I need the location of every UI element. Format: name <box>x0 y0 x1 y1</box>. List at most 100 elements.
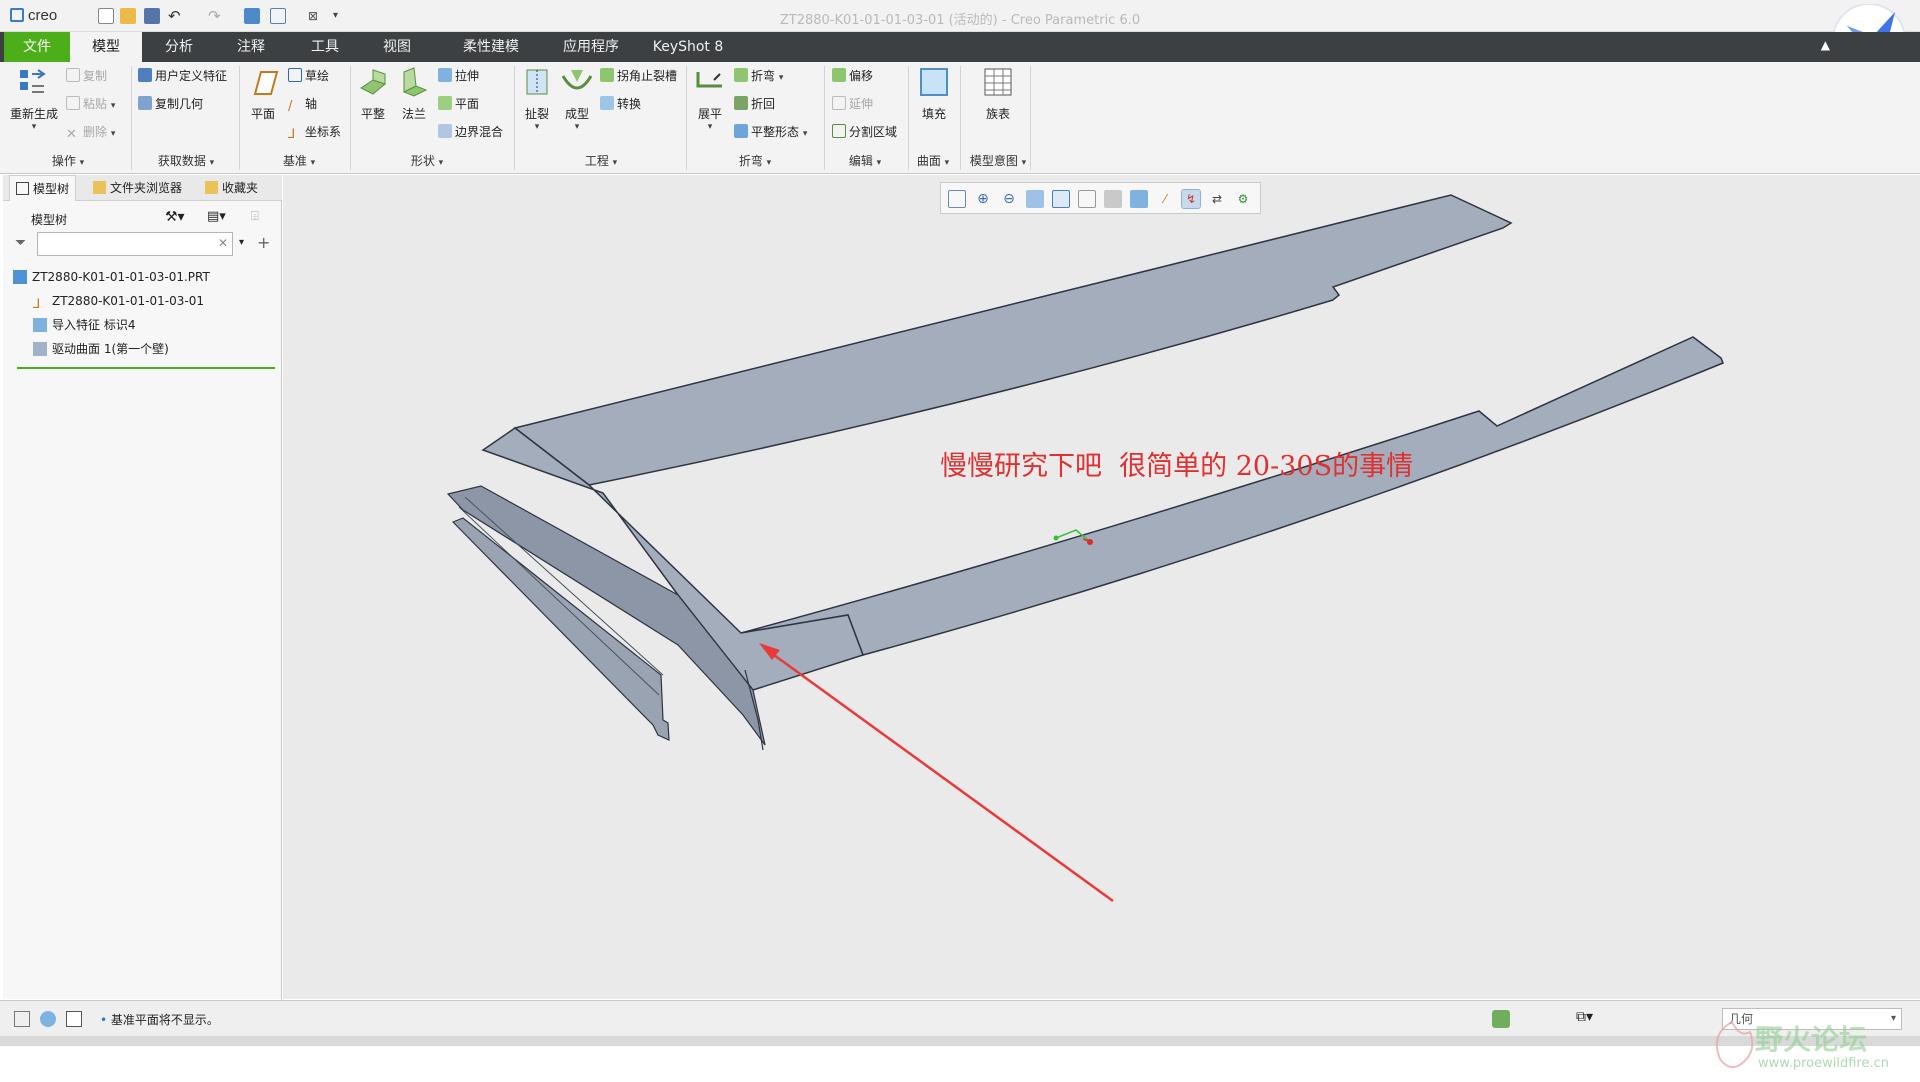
forum-logo-icon <box>1716 1020 1754 1069</box>
group-operations-label[interactable]: 操作 ▾ <box>40 152 96 169</box>
tree-columns-icon[interactable]: ⌹ <box>251 209 259 224</box>
add-filter-icon[interactable]: + <box>257 233 270 252</box>
insert-here-indicator[interactable] <box>17 367 275 369</box>
user-defined-feature-button[interactable]: 用户定义特征 <box>138 66 227 86</box>
family-table-icon <box>984 68 1012 96</box>
bend-label: 折弯 <box>751 69 776 83</box>
collapse-ribbon-icon[interactable]: ▲ <box>1821 38 1830 52</box>
smart-select-icon[interactable]: ⧉▾ <box>1576 1009 1593 1025</box>
form-caret-icon[interactable]: ▾ <box>558 122 596 132</box>
offset-button[interactable]: 偏移 <box>832 66 873 86</box>
tree-title: 模型树 <box>31 213 68 227</box>
bend-icon <box>734 68 748 82</box>
rip-button[interactable]: 扯裂 ▾ <box>518 66 556 132</box>
regen-status-icon[interactable] <box>1492 1010 1510 1028</box>
group-get-data-label[interactable]: 获取数据 ▾ <box>150 152 222 169</box>
full-screen-icon[interactable] <box>66 1011 82 1027</box>
tab-view[interactable]: 视图 <box>364 32 430 62</box>
planar-button[interactable]: 平面 <box>438 94 479 114</box>
status-message-text: 基准平面将不显示。 <box>110 1013 219 1027</box>
model-viewport[interactable] <box>283 175 1920 999</box>
convert-button[interactable]: 转换 <box>600 94 641 114</box>
extrude-button[interactable]: 拉伸 <box>438 66 479 86</box>
rip-caret-icon[interactable]: ▾ <box>518 122 556 132</box>
get-data-label-text: 获取数据 <box>157 154 206 168</box>
group-shapes-label[interactable]: 形状 ▾ <box>404 152 450 169</box>
boundary-blend-button[interactable]: 边界混合 <box>438 122 503 142</box>
csys-button[interactable]: ⅃ 坐标系 <box>288 122 341 142</box>
tab-applications[interactable]: 应用程序 <box>546 32 636 62</box>
group-surfaces-label[interactable]: 曲面 ▾ <box>910 152 956 169</box>
corner-relief-button[interactable]: 拐角止裂槽 <box>600 66 677 86</box>
fill-button[interactable]: 填充 <box>914 66 954 122</box>
tree-item-label: ZT2880-K01-01-01-03-01.PRT <box>32 270 210 284</box>
flat-wall-button[interactable]: 平整 <box>354 66 392 122</box>
udf-label: 用户定义特征 <box>155 69 228 83</box>
paste-button[interactable]: 粘贴 ▾ <box>66 94 115 114</box>
boundary-blend-icon <box>438 124 452 138</box>
tab-analysis[interactable]: 分析 <box>146 32 212 62</box>
paste-caret-icon: ▾ <box>110 101 116 111</box>
tree-settings-icon[interactable]: ⚒▾ <box>165 209 185 225</box>
tree-show-icon[interactable]: ▤▾ <box>207 209 226 224</box>
ribbon-divider <box>514 66 515 170</box>
flatten-form-label: 平整形态 <box>751 125 800 139</box>
copy-geometry-button[interactable]: 复制几何 <box>138 94 203 114</box>
tab-annotate[interactable]: 注释 <box>218 32 284 62</box>
window-title: ZT2880-K01-01-01-03-01 (活动的) - Creo Para… <box>779 13 1141 28</box>
filter-icon[interactable]: ⏷ <box>15 235 26 251</box>
filter-dropdown-caret-icon: ▾ <box>1890 1013 1896 1024</box>
regenerate-button[interactable]: 重新生成 ▾ <box>8 66 60 132</box>
group-editing-label[interactable]: 编辑 ▾ <box>842 152 888 169</box>
tab-model-tree[interactable]: 模型树 <box>9 175 77 201</box>
axis-button[interactable]: / 轴 <box>288 94 317 114</box>
form-button[interactable]: 成型 ▾ <box>558 66 596 132</box>
unbend-button[interactable]: 展平 ▾ <box>690 66 730 132</box>
tab-keyshot[interactable]: KeyShot 8 <box>648 32 728 62</box>
tree-item-import-feature[interactable]: 导入特征 标识4 <box>33 315 135 335</box>
copy-button[interactable]: 复制 <box>66 66 107 86</box>
status-message: • 基准平面将不显示。 <box>100 1011 219 1028</box>
tab-model[interactable]: 模型 <box>70 32 142 62</box>
flange-button[interactable]: 法兰 <box>395 66 433 122</box>
delete-caret-icon: ▾ <box>110 129 116 139</box>
axis-label: 轴 <box>305 97 318 111</box>
group-bends-label[interactable]: 折弯 ▾ <box>732 152 778 169</box>
navigator-toggle-icon[interactable] <box>14 1011 30 1027</box>
tab-flexible-modeling[interactable]: 柔性建模 <box>446 32 536 62</box>
regenerate-caret-icon[interactable]: ▾ <box>8 122 60 132</box>
group-datum-label[interactable]: 基准 ▾ <box>276 152 322 169</box>
clear-search-icon[interactable]: ✕ <box>218 236 228 250</box>
group-model-intent-label[interactable]: 模型意图 ▾ <box>962 152 1034 169</box>
delete-button[interactable]: ✕ 删除 ▾ <box>66 122 115 142</box>
tree-item-csys[interactable]: ⅃ ZT2880-K01-01-01-03-01 <box>33 291 204 312</box>
annotation-text: 慢慢研究下吧 很简单的 20-30S的事情 <box>940 451 1414 482</box>
tree-search-input[interactable]: ✕ <box>37 232 233 256</box>
datum-plane-icon <box>253 71 279 95</box>
search-dropdown-icon[interactable]: ▾ <box>239 237 244 248</box>
tab-folder-browser[interactable]: 文件夹浏览器 <box>87 175 188 201</box>
extend-button[interactable]: 延伸 <box>832 94 873 114</box>
split-area-button[interactable]: 分割区域 <box>832 122 897 142</box>
upper-rail-surface[interactable] <box>513 194 1513 486</box>
bend-back-button[interactable]: 折回 <box>734 94 775 114</box>
group-engineering-label[interactable]: 工程 ▾ <box>578 152 624 169</box>
convert-icon <box>600 96 614 110</box>
tree-item-driving-surface[interactable]: 驱动曲面 1(第一个壁) <box>33 339 169 359</box>
page-footer-blank <box>0 1046 1920 1082</box>
bend-button[interactable]: 折弯 ▾ <box>734 66 783 86</box>
flatten-form-button[interactable]: 平整形态 ▾ <box>734 122 807 142</box>
sketch-button[interactable]: 草绘 <box>288 66 329 86</box>
tree-item-part[interactable]: ZT2880-K01-01-01-03-01.PRT <box>13 267 210 287</box>
unbend-caret-icon[interactable]: ▾ <box>690 122 730 132</box>
plane-button[interactable]: 平面 <box>244 66 282 122</box>
tab-favorites[interactable]: 收藏夹 <box>199 175 264 201</box>
tab-tools[interactable]: 工具 <box>292 32 358 62</box>
family-table-button[interactable]: 族表 <box>976 66 1020 122</box>
ribbon-divider <box>239 66 240 170</box>
axis-icon: / <box>288 99 293 114</box>
split-area-label: 分割区域 <box>849 125 898 139</box>
browser-toggle-icon[interactable] <box>40 1011 56 1027</box>
tab-file[interactable]: 文件 <box>4 32 70 62</box>
rip-icon <box>526 69 548 95</box>
